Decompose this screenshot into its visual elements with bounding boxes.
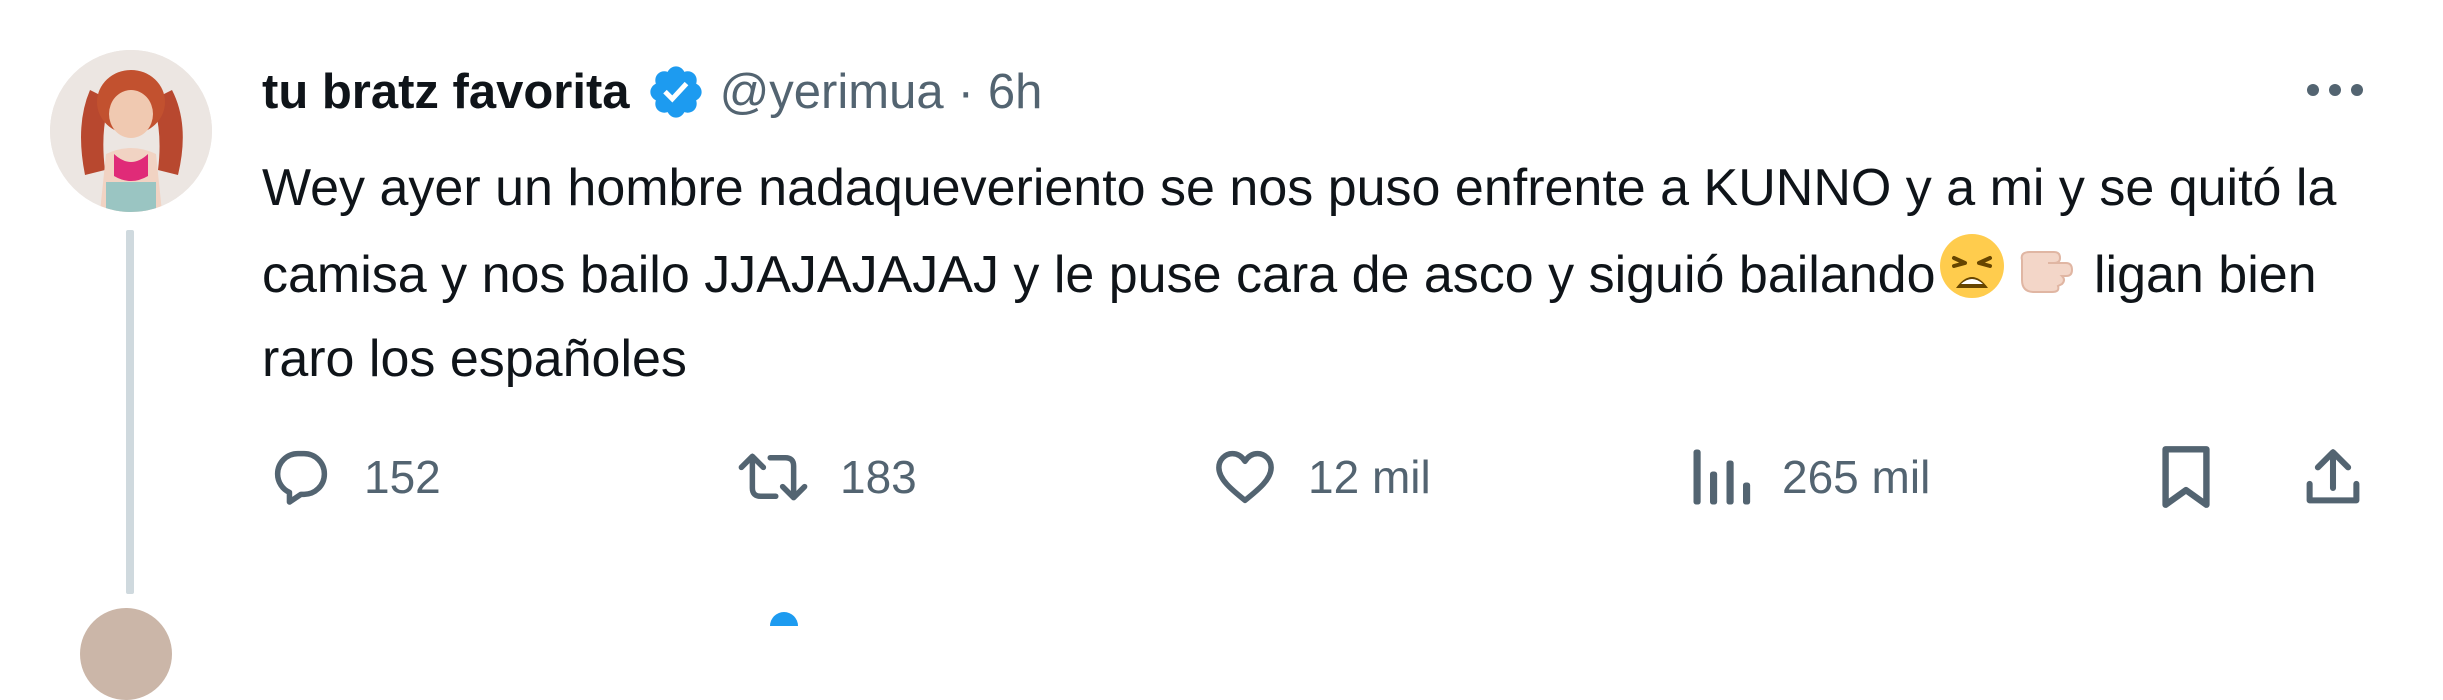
reply-count: 152 — [364, 451, 441, 503]
views-count: 265 mil — [1782, 451, 1931, 503]
timestamp[interactable]: 6h — [988, 64, 1043, 120]
avatar[interactable] — [50, 50, 212, 212]
bookmark-button[interactable] — [2156, 432, 2216, 522]
like-icon — [1212, 444, 1278, 510]
views-icon — [1690, 444, 1752, 510]
retweet-icon — [736, 444, 810, 510]
views-button[interactable]: 265 mil — [1690, 432, 1930, 522]
like-button[interactable]: 12 mil — [1212, 432, 1431, 522]
avatar-image — [50, 50, 212, 212]
retweet-button[interactable]: 183 — [736, 432, 917, 522]
pointing-hand-emoji — [2008, 230, 2080, 302]
reply-icon — [268, 444, 334, 510]
tweet[interactable]: tu bratz favorita @yerimua · 6h Wey ayer… — [0, 0, 2443, 700]
separator-dot: · — [957, 65, 974, 119]
share-icon — [2300, 444, 2366, 510]
reply-button[interactable]: 152 — [268, 432, 441, 522]
bookmark-icon — [2156, 442, 2216, 512]
thread-line — [126, 230, 134, 594]
tweet-header: tu bratz favorita @yerimua · 6h — [262, 62, 1042, 122]
display-name[interactable]: tu bratz favorita — [262, 64, 630, 120]
handle[interactable]: @yerimua — [720, 64, 944, 120]
verified-badge-icon — [646, 62, 706, 122]
weary-face-emoji — [1936, 230, 2008, 302]
share-button[interactable] — [2300, 432, 2366, 522]
like-count: 12 mil — [1308, 451, 1431, 503]
next-verified-badge-icon — [770, 612, 798, 626]
action-bar: 152 183 12 mil 265 mil — [0, 432, 2443, 522]
retweet-count: 183 — [840, 451, 917, 503]
next-tweet-avatar[interactable] — [80, 608, 172, 700]
more-icon[interactable] — [2300, 68, 2370, 112]
tweet-text: Wey ayer un hombre nadaqueveriento se no… — [262, 146, 2382, 401]
